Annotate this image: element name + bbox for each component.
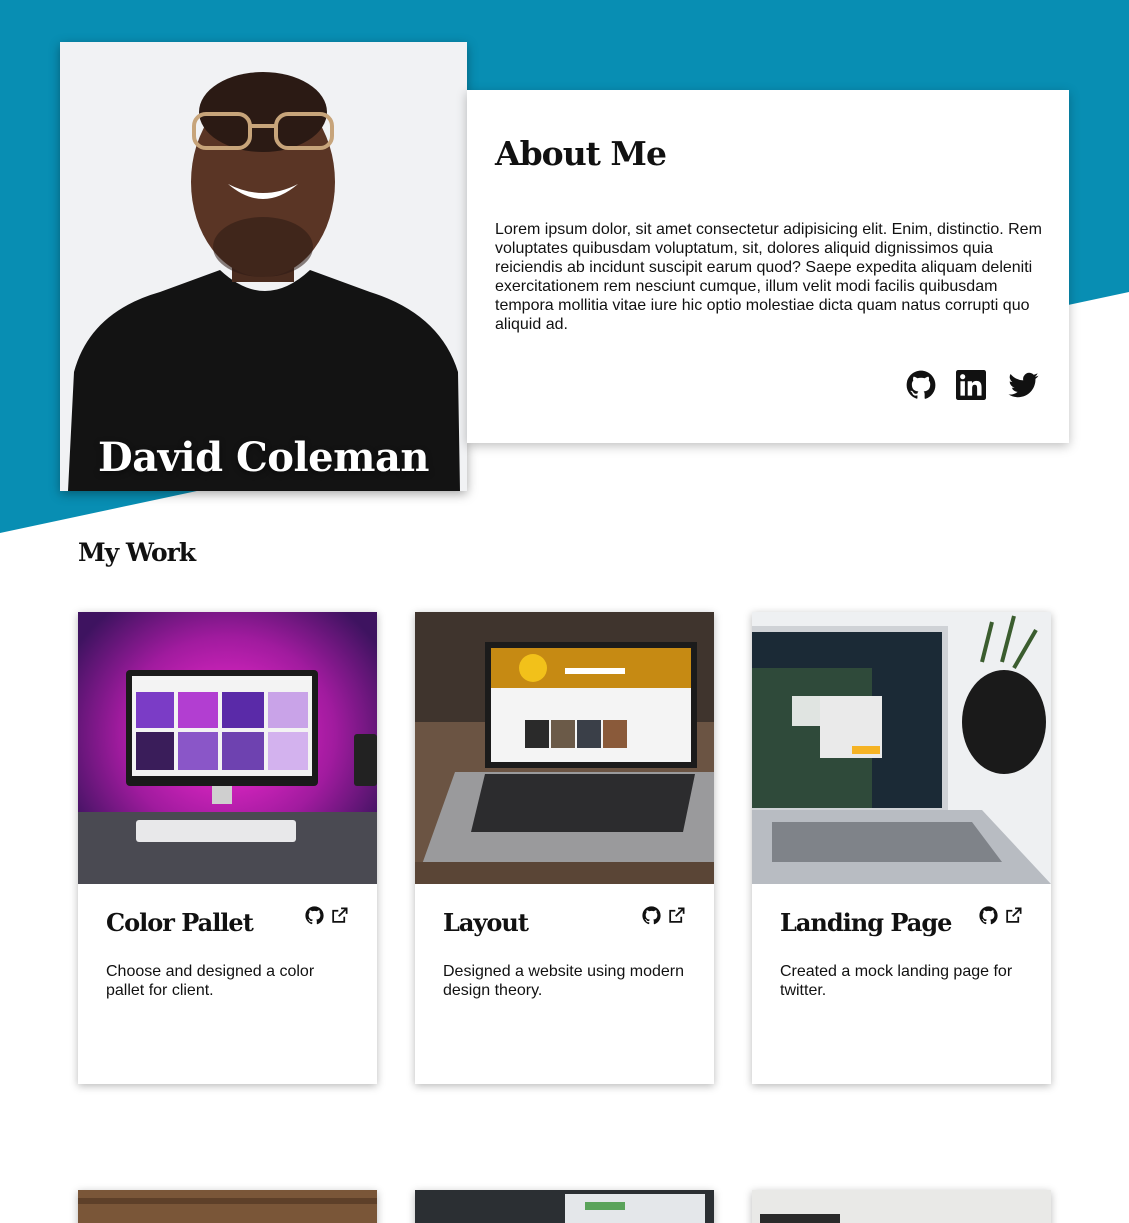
- github-icon[interactable]: [305, 906, 324, 925]
- project-links: [305, 906, 349, 925]
- project-description: Choose and designed a color pallet for c…: [106, 963, 315, 999]
- social-links: [906, 370, 1041, 400]
- about-title: About Me: [495, 134, 667, 173]
- project-image: [415, 612, 714, 884]
- project-card-partial: [752, 1190, 1051, 1223]
- github-icon[interactable]: [979, 906, 998, 925]
- project-links: [979, 906, 1023, 925]
- about-text: Lorem ipsum dolor, sit amet consectetur …: [495, 221, 1042, 333]
- github-icon[interactable]: [906, 370, 936, 400]
- about-card: About Me Lorem ipsum dolor, sit amet con…: [467, 90, 1069, 443]
- project-card-landing-page: Landing Page Created a mock landing page…: [752, 612, 1051, 1084]
- project-description: Designed a website using modern design t…: [443, 963, 685, 999]
- project-image: [78, 612, 377, 884]
- project-image: [752, 612, 1051, 884]
- project-image: [752, 1190, 1051, 1223]
- project-image: [415, 1190, 714, 1223]
- project-card-partial: [78, 1190, 377, 1223]
- project-description: Created a mock landing page for twitter.: [780, 963, 1013, 999]
- twitter-icon[interactable]: [1006, 370, 1041, 400]
- profile-name: David Coleman: [98, 434, 429, 481]
- linkedin-icon[interactable]: [956, 370, 986, 400]
- external-link-icon[interactable]: [1004, 906, 1023, 925]
- external-link-icon[interactable]: [330, 906, 349, 925]
- project-card-layout: Layout Designed a website using modern d…: [415, 612, 714, 1084]
- profile-card: David Coleman: [60, 42, 467, 491]
- my-work-title: My Work: [78, 538, 196, 567]
- project-image: [78, 1190, 377, 1223]
- profile-photo: [60, 42, 467, 491]
- github-icon[interactable]: [642, 906, 661, 925]
- project-card-partial: [415, 1190, 714, 1223]
- project-card-color-pallet: Color Pallet Choose and designed a color…: [78, 612, 377, 1084]
- project-links: [642, 906, 686, 925]
- external-link-icon[interactable]: [667, 906, 686, 925]
